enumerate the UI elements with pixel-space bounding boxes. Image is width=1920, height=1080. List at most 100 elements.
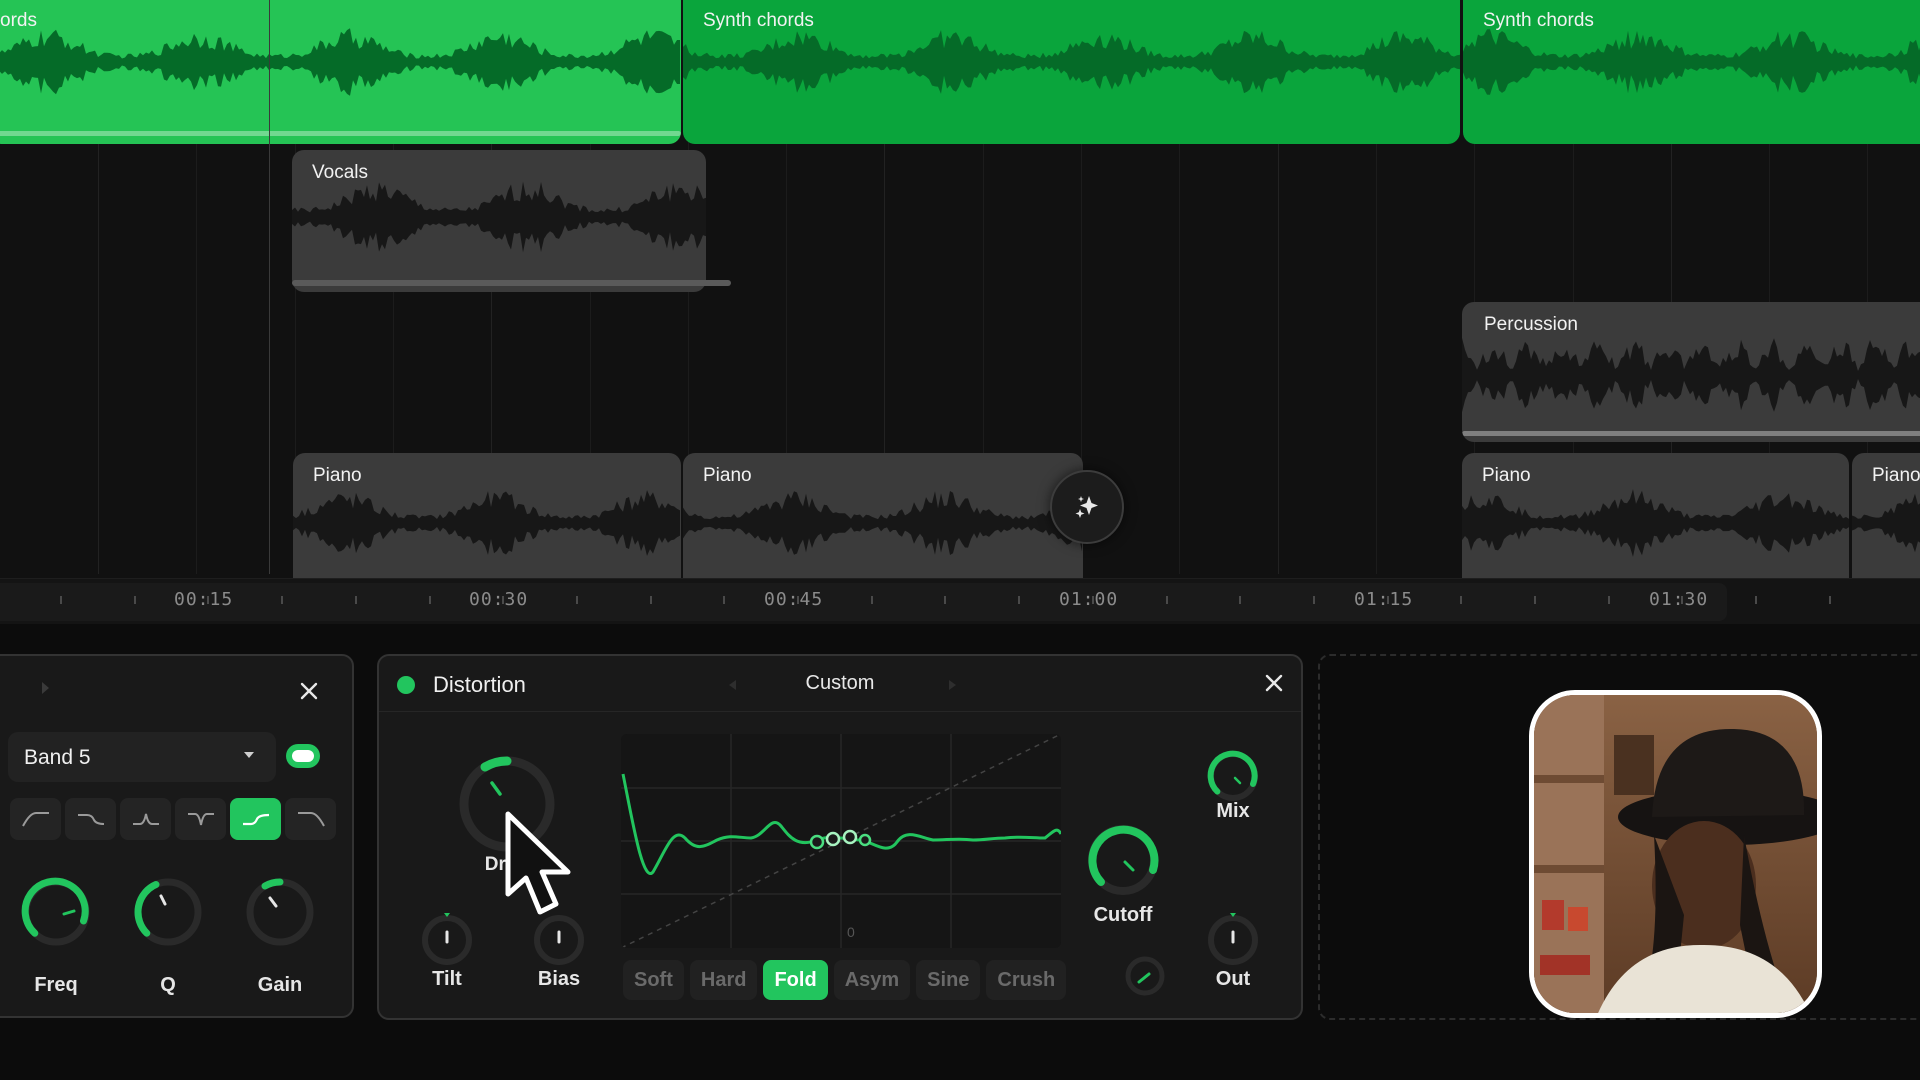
mix-label: Mix <box>1216 800 1250 822</box>
mode-asym-button[interactable]: Asym <box>833 960 911 1000</box>
waveform <box>0 28 680 96</box>
clip-name: Piano <box>1872 465 1920 486</box>
filter-highpass-button[interactable] <box>10 798 61 840</box>
band-enable-toggle[interactable] <box>286 744 320 768</box>
clip-piano-4[interactable]: Piano <box>1852 453 1920 578</box>
tilt-knob[interactable] <box>419 910 475 966</box>
ruler-label: 00:15 <box>174 589 234 610</box>
filter-highshelf-button[interactable] <box>230 798 281 840</box>
transfer-curve <box>621 734 1061 948</box>
ruler-strip <box>0 583 1727 621</box>
clip-piano-3[interactable]: Piano <box>1462 453 1849 578</box>
mode-hard-button[interactable]: Hard <box>689 960 758 1000</box>
transfer-curve-graph[interactable]: 0 <box>621 734 1061 948</box>
next-arrow-icon[interactable] <box>42 682 49 694</box>
freq-label: Freq <box>34 974 78 996</box>
clip-name: Percussion <box>1484 314 1578 335</box>
clip-synth-chords-1[interactable]: ords <box>0 0 681 144</box>
out-label: Out <box>1215 968 1251 990</box>
highshelf-icon <box>242 813 269 826</box>
timeline-ruler[interactable]: 00:15 00:30 00:45 01:00 01:15 01:30 <box>0 578 1920 624</box>
waveform-shape <box>1462 337 1920 413</box>
webcam-overlay <box>1529 690 1822 1018</box>
ruler-tick <box>281 596 284 604</box>
waveform <box>1852 493 1920 553</box>
ruler-tick <box>1460 596 1463 604</box>
presenter-video <box>1534 695 1817 1013</box>
waveform <box>683 30 1460 94</box>
waveform-shape <box>1462 489 1849 557</box>
lowpass-icon <box>297 812 325 827</box>
waveform-shape <box>0 28 680 96</box>
mix-knob[interactable] <box>1205 748 1261 804</box>
clip-piano-1[interactable]: Piano <box>293 453 681 578</box>
ruler-label: 01:15 <box>1354 589 1414 610</box>
ruler-tick <box>1755 596 1758 604</box>
mode-crush-button[interactable]: Crush <box>986 960 1067 1000</box>
clip-piano-2[interactable]: Piano <box>683 453 1083 578</box>
clip-name: Synth chords <box>1483 10 1594 31</box>
ruler-tick <box>428 596 431 604</box>
ruler-tick <box>1534 596 1536 604</box>
arrangement-view[interactable]: ords Synth chords Synth chords Vocals Pe… <box>0 0 1920 578</box>
freq-knob[interactable] <box>20 876 92 948</box>
mode-sine-button[interactable]: Sine <box>916 960 981 1000</box>
out-knob[interactable] <box>1205 910 1261 966</box>
aux-knob[interactable] <box>1123 954 1167 998</box>
waveform-shape <box>683 30 1460 94</box>
mode-fold-button[interactable]: Fold <box>763 960 828 1000</box>
ruler-label: 01:30 <box>1649 589 1709 610</box>
ruler-label: 00:45 <box>764 589 824 610</box>
clip-name: ords <box>0 10 37 31</box>
next-preset-icon[interactable] <box>949 680 956 690</box>
ruler-tick <box>60 596 62 604</box>
close-distortion-button[interactable] <box>1259 668 1289 698</box>
ruler-tick <box>133 596 136 604</box>
filter-notch-button[interactable] <box>175 798 226 840</box>
waveform-shape <box>1852 493 1920 553</box>
gain-knob[interactable] <box>244 876 316 948</box>
notch-icon <box>187 813 214 826</box>
preset-name[interactable]: Custom <box>379 672 1301 695</box>
ruler-tick <box>944 596 947 604</box>
ruler-tick <box>354 596 357 604</box>
waveform-shape <box>1463 29 1920 95</box>
clip-name: Synth chords <box>703 10 814 31</box>
filter-lowshelf-button[interactable] <box>65 798 116 840</box>
chevron-down-icon <box>244 752 254 758</box>
clip-name: Piano <box>313 465 362 486</box>
waveform <box>292 181 706 253</box>
cutoff-knob[interactable] <box>1085 822 1161 898</box>
band-select[interactable]: Band 5 <box>8 732 276 782</box>
clip-progress-bar <box>0 131 681 136</box>
filter-bell-button[interactable] <box>120 798 171 840</box>
ruler-tick <box>1165 596 1168 604</box>
clip-percussion[interactable]: Percussion <box>1462 302 1920 442</box>
bias-label: Bias <box>537 968 581 990</box>
waveform-shape <box>292 181 706 253</box>
playhead[interactable] <box>269 0 270 574</box>
graph-zero-label: 0 <box>847 924 855 940</box>
clip-synth-chords-3[interactable]: Synth chords <box>1463 0 1920 144</box>
mouse-cursor-icon <box>505 811 571 915</box>
close-icon <box>1265 674 1283 692</box>
waveform-shape <box>293 490 680 556</box>
mode-soft-button[interactable]: Soft <box>623 960 684 1000</box>
close-eq-button[interactable] <box>294 676 324 706</box>
gain-label: Gain <box>257 974 303 996</box>
waveform-shape <box>683 491 1082 555</box>
clip-vocals[interactable]: Vocals <box>292 150 706 292</box>
ruler-tick <box>575 596 578 604</box>
bell-icon <box>132 813 159 825</box>
ruler-tick <box>870 596 873 604</box>
band-select-value: Band 5 <box>24 746 91 769</box>
clip-vocals-scroll <box>292 280 731 286</box>
ruler-tick <box>1312 596 1315 604</box>
clip-name: Piano <box>703 465 752 486</box>
filter-lowpass-button[interactable] <box>285 798 336 840</box>
clip-synth-chords-2[interactable]: Synth chords <box>683 0 1460 144</box>
ruler-tick <box>1607 596 1610 604</box>
ai-sparkle-button[interactable] <box>1050 470 1124 544</box>
q-knob[interactable] <box>132 876 204 948</box>
ruler-label: 01:00 <box>1059 589 1119 610</box>
